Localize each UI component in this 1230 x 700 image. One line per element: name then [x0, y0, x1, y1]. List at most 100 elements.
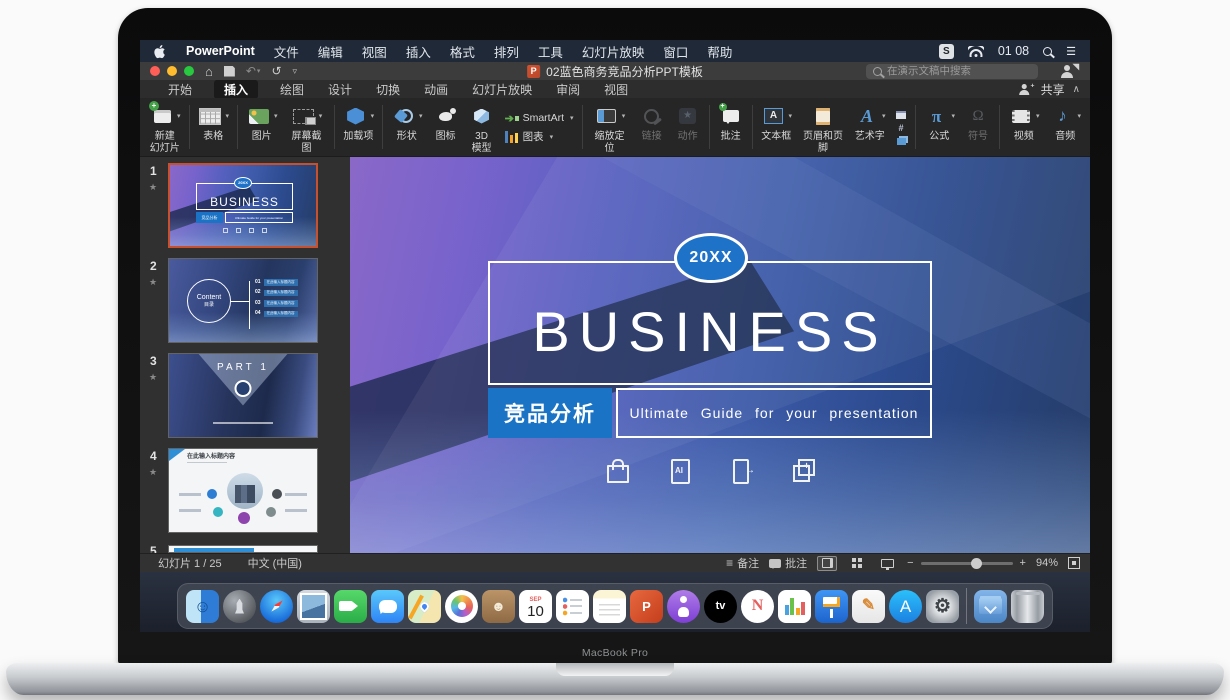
video-button[interactable]: ▾ 视频 [1003, 100, 1045, 156]
dock-appletv-icon[interactable]: tv [704, 590, 737, 623]
dock-numbers-icon[interactable] [778, 590, 811, 623]
slide-thumbnail-1[interactable]: 20XX BUSINESS 竞品分析 Ultimate Guide for yo… [168, 163, 318, 248]
dock-pages-icon[interactable] [852, 590, 885, 623]
tab-review[interactable]: 审阅 [554, 80, 582, 99]
dock-powerpoint-icon[interactable]: P [630, 590, 663, 623]
zoom-percent[interactable]: 94% [1036, 557, 1058, 569]
dock-appstore-icon[interactable] [889, 590, 922, 623]
screenshot-button[interactable]: ▾ 屏幕截图 [282, 100, 330, 156]
menu-item-edit[interactable]: 编辑 [318, 42, 343, 61]
wifi-icon[interactable] [968, 46, 984, 57]
bag-icon[interactable] [604, 457, 630, 483]
customize-toolbar-icon[interactable] [293, 67, 298, 76]
collapse-ribbon-icon[interactable]: ∧ [1073, 84, 1080, 95]
tab-draw[interactable]: 绘图 [278, 80, 306, 99]
duplicate-icon[interactable] [790, 457, 816, 483]
dock-news-icon[interactable]: N [741, 590, 774, 623]
dock-facetime-icon[interactable] [334, 590, 367, 623]
share-button[interactable]: 共享 [1041, 81, 1065, 98]
zoom-reframe-button[interactable]: ▾ 缩放定位 [585, 100, 633, 156]
save-icon[interactable] [224, 66, 235, 77]
apple-menu-icon[interactable] [154, 44, 167, 59]
dock-messages-icon[interactable] [371, 590, 404, 623]
dock-trash-icon[interactable] [1011, 590, 1044, 623]
slide-sorter-view-button[interactable] [847, 556, 867, 571]
menu-item-arrange[interactable]: 排列 [494, 42, 519, 61]
ai-file-icon[interactable] [666, 457, 692, 483]
menu-item-help[interactable]: 帮助 [707, 42, 732, 61]
tab-slideshow[interactable]: 幻灯片放映 [470, 80, 534, 99]
language-indicator[interactable]: 中文 (中国) [248, 555, 302, 571]
minimize-window-button[interactable] [167, 66, 177, 76]
search-input[interactable] [887, 65, 1031, 77]
text-box-button[interactable]: ▾ 文本框 [756, 100, 798, 156]
header-footer-button[interactable]: 页眉和页脚 [797, 100, 849, 156]
comments-toggle[interactable]: 批注 [769, 555, 807, 571]
dock-keynote-icon[interactable] [815, 590, 848, 623]
equation-button[interactable]: ▾ 公式 [919, 100, 961, 156]
dock-reminders-icon[interactable] [556, 590, 589, 623]
slide-canvas[interactable]: 20XX BUSINESS 竞品分析 Ultimate Guide for yo… [350, 157, 1090, 553]
dock-maps-icon[interactable] [408, 590, 441, 623]
slide-thumbnail-panel[interactable]: 1 ★ 20XX BUSINESS 竞品分析 Ultimate Guide fo… [140, 157, 350, 553]
menu-clock[interactable]: 01 08 [998, 44, 1029, 58]
status-app-icon[interactable]: S [939, 44, 954, 59]
spotlight-icon[interactable] [1043, 47, 1052, 56]
icons-button[interactable]: 图标 [428, 100, 464, 156]
tab-transitions[interactable]: 切换 [374, 80, 402, 99]
3d-model-button[interactable]: 3D 模型 [464, 100, 500, 156]
dock-podcasts-icon[interactable] [667, 590, 700, 623]
new-slide-button[interactable]: ▾ 新建 幻灯片 [144, 100, 186, 156]
undo-icon[interactable]: ▾ [246, 65, 261, 77]
menu-item-format[interactable]: 格式 [450, 42, 475, 61]
tab-view[interactable]: 视图 [602, 80, 630, 99]
slideshow-view-button[interactable] [877, 556, 897, 571]
comment-button[interactable]: + 批注 [713, 100, 749, 156]
slide-thumbnail-5[interactable] [168, 545, 318, 553]
control-center-icon[interactable]: ☰ [1066, 45, 1076, 58]
fit-slide-icon[interactable] [1068, 557, 1080, 569]
share-user-icon[interactable]: ◥ [1061, 65, 1076, 78]
wordart-button[interactable]: ▾ 艺术字 [849, 100, 891, 156]
menu-item-slideshow[interactable]: 幻灯片放映 [582, 42, 645, 61]
menu-item-view[interactable]: 视图 [362, 42, 387, 61]
object-icon[interactable] [895, 136, 908, 146]
home-icon[interactable] [205, 65, 213, 78]
search-field[interactable] [866, 64, 1038, 79]
tab-home[interactable]: 开始 [166, 80, 194, 99]
year-badge[interactable]: 20XX [674, 233, 748, 283]
tab-insert[interactable]: 插入 [214, 80, 258, 99]
slide-title[interactable]: BUSINESS [532, 299, 887, 364]
dock-notes-icon[interactable] [593, 590, 626, 623]
menu-item-tools[interactable]: 工具 [538, 42, 563, 61]
audio-button[interactable]: ▾ 音频 [1044, 100, 1086, 156]
notes-toggle[interactable]: 备注 [726, 555, 759, 571]
dock-finder-icon[interactable] [186, 590, 219, 623]
tab-animations[interactable]: 动画 [422, 80, 450, 99]
dock-contacts-icon[interactable] [482, 590, 515, 623]
menu-item-file[interactable]: 文件 [274, 42, 299, 61]
dock-settings-icon[interactable] [926, 590, 959, 623]
normal-view-button[interactable] [817, 556, 837, 571]
phone-share-icon[interactable] [728, 457, 754, 483]
datetime-icon[interactable] [895, 110, 908, 120]
slide-thumbnail-2[interactable]: Content目录 01在此输入标题内容 02在此输入标题内容 03在此输入标题… [168, 258, 318, 343]
zoom-slider-thumb[interactable] [971, 558, 982, 569]
menu-app-name[interactable]: PowerPoint [186, 44, 255, 58]
menu-item-insert[interactable]: 插入 [406, 42, 431, 61]
picture-button[interactable]: ▾ 图片 [241, 100, 283, 156]
slide-thumbnail-3[interactable]: PART 1 [168, 353, 318, 438]
zoom-slider[interactable] [921, 562, 1013, 565]
dock-mail-icon[interactable] [297, 590, 330, 623]
close-window-button[interactable] [150, 66, 160, 76]
zoom-window-button[interactable] [184, 66, 194, 76]
dock-safari-icon[interactable] [260, 590, 293, 623]
tab-design[interactable]: 设计 [326, 80, 354, 99]
chart-button[interactable]: 图表▾ [505, 129, 574, 144]
redo-icon[interactable] [271, 65, 281, 77]
dock-launchpad-icon[interactable] [223, 590, 256, 623]
slide-number-icon[interactable] [895, 123, 908, 133]
table-button[interactable]: ▾ 表格 [192, 100, 234, 156]
dock-calendar-icon[interactable]: SEP 10 [519, 590, 552, 623]
menu-item-window[interactable]: 窗口 [663, 42, 688, 61]
